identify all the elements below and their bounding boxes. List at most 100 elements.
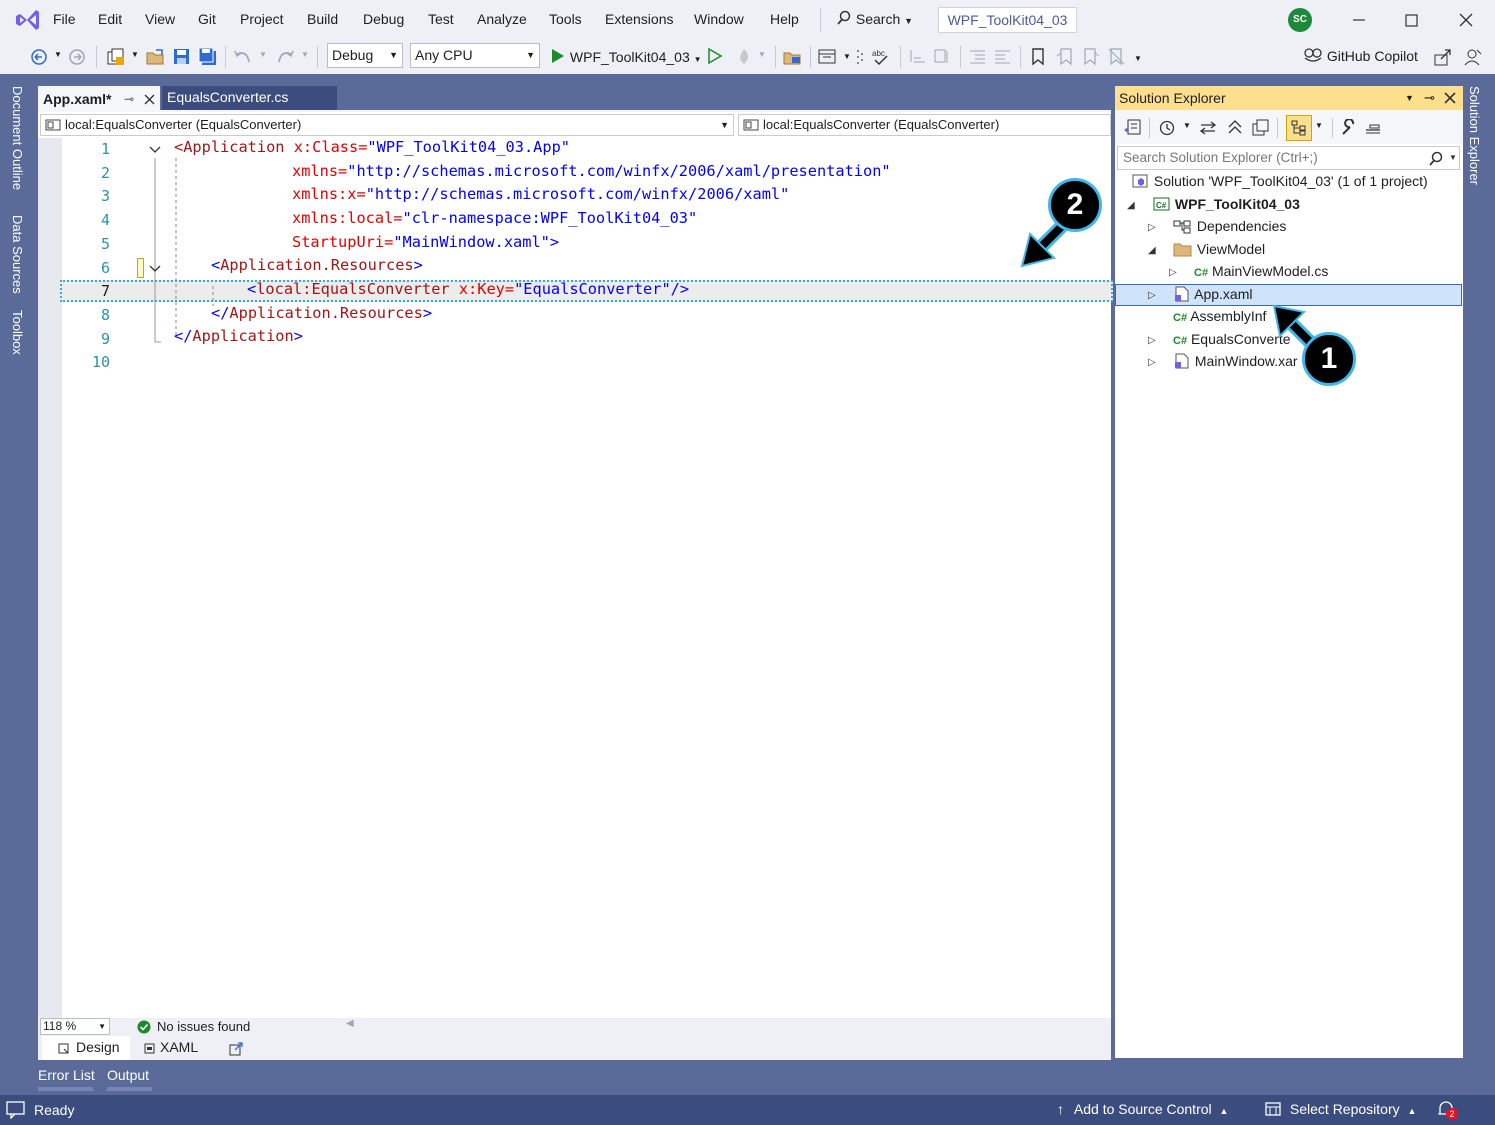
collapsed-arrow-icon[interactable]: ▷ bbox=[1169, 267, 1177, 278]
close-icon[interactable] bbox=[1459, 13, 1473, 27]
collapsed-arrow-icon[interactable]: ▷ bbox=[1148, 357, 1156, 368]
search-options-dropdown-icon[interactable]: ▼ bbox=[1449, 147, 1457, 169]
select-repository-button[interactable]: Select Repository ▲ bbox=[1264, 1101, 1416, 1117]
collapse-all-icon[interactable] bbox=[1227, 119, 1243, 135]
add-to-source-control-button[interactable]: ↑ Add to Source Control ▲ bbox=[1057, 1101, 1228, 1117]
back-dropdown-icon[interactable]: ▼ bbox=[54, 50, 62, 59]
save-icon[interactable] bbox=[172, 48, 192, 66]
increase-indent-icon[interactable] bbox=[993, 48, 1013, 66]
start-debugging-button[interactable]: WPF_ToolKit04_03 ▼ bbox=[550, 46, 702, 68]
auto-hide-pin-icon[interactable]: ⊸ bbox=[1424, 86, 1435, 110]
menu-file[interactable]: File bbox=[53, 11, 76, 27]
layout-icon[interactable] bbox=[818, 48, 838, 66]
zoom-select[interactable]: 118 % ▼ bbox=[40, 1018, 110, 1035]
preview-selected-icon[interactable] bbox=[1364, 120, 1382, 136]
window-position-dropdown-icon[interactable]: ▼ bbox=[1405, 86, 1414, 110]
menu-edit[interactable]: Edit bbox=[98, 11, 122, 27]
save-all-icon[interactable] bbox=[198, 48, 218, 66]
tree-item-app-xaml[interactable]: App.xaml bbox=[1173, 286, 1252, 302]
menu-help[interactable]: Help bbox=[770, 11, 799, 27]
code-editor[interactable]: 1 2 3 4 5 6 7 8 9 10 <Application x:Clas… bbox=[38, 138, 1113, 1018]
redo-icon[interactable] bbox=[275, 48, 295, 66]
forward-navigation-icon[interactable] bbox=[68, 48, 88, 66]
next-bookmark-icon[interactable] bbox=[1082, 48, 1100, 66]
visual-studio-logo-icon[interactable] bbox=[14, 8, 40, 32]
start-without-debugging-icon[interactable] bbox=[707, 48, 723, 66]
menu-test[interactable]: Test bbox=[428, 11, 454, 27]
close-panel-icon[interactable] bbox=[1444, 92, 1456, 104]
undo-icon[interactable] bbox=[233, 48, 253, 66]
previous-bookmark-icon[interactable] bbox=[1056, 48, 1074, 66]
expanded-arrow-icon[interactable]: ◢ bbox=[1148, 245, 1156, 256]
output-tab[interactable]: Output bbox=[107, 1067, 149, 1083]
back-navigation-icon[interactable] bbox=[30, 48, 50, 66]
issues-status[interactable]: No issues found bbox=[157, 1019, 250, 1034]
feedback-icon[interactable] bbox=[1463, 48, 1483, 66]
menu-git[interactable]: Git bbox=[198, 11, 216, 27]
notifications-button[interactable]: 2 bbox=[1436, 1100, 1458, 1120]
close-tab-icon[interactable] bbox=[144, 94, 155, 105]
collapsed-arrow-icon[interactable]: ▷ bbox=[1148, 335, 1156, 346]
search-button[interactable]: Search ▼ bbox=[836, 10, 913, 27]
uncomment-icon[interactable] bbox=[933, 48, 953, 66]
tab-app-xaml[interactable]: App.xaml* ⊸ bbox=[38, 86, 160, 110]
redo-dropdown-icon[interactable]: ▼ bbox=[301, 50, 309, 59]
menu-view[interactable]: View bbox=[145, 11, 175, 27]
layout-dropdown-icon[interactable]: ▼ bbox=[843, 52, 851, 61]
tree-item-assemblyinfo[interactable]: C# AssemblyInf bbox=[1173, 308, 1266, 324]
popout-icon[interactable] bbox=[229, 1042, 243, 1056]
new-project-icon[interactable] bbox=[106, 48, 126, 66]
data-sources-tab[interactable]: Data Sources bbox=[10, 215, 25, 294]
undo-dropdown-icon[interactable]: ▼ bbox=[259, 50, 267, 59]
menu-tools[interactable]: Tools bbox=[549, 11, 582, 27]
menu-analyze[interactable]: Analyze bbox=[477, 11, 527, 27]
menu-extensions[interactable]: Extensions bbox=[605, 11, 673, 27]
pin-icon[interactable]: ⊸ bbox=[124, 88, 134, 110]
menu-project[interactable]: Project bbox=[240, 11, 284, 27]
maximize-icon[interactable] bbox=[1405, 14, 1419, 28]
show-all-files-icon[interactable] bbox=[1252, 119, 1270, 137]
toolbar-overflow-icon[interactable]: ▼ bbox=[1134, 54, 1142, 63]
clear-bookmarks-icon[interactable] bbox=[1108, 48, 1126, 66]
new-dropdown-icon[interactable]: ▼ bbox=[131, 50, 139, 59]
pending-changes-filter-icon[interactable] bbox=[1159, 119, 1177, 137]
filter-dropdown-icon[interactable]: ▼ bbox=[1183, 121, 1191, 130]
platform-select[interactable]: Any CPU ▼ bbox=[410, 43, 540, 68]
collapsed-arrow-icon[interactable]: ▷ bbox=[1148, 290, 1156, 301]
share-icon[interactable] bbox=[1434, 48, 1452, 66]
decrease-indent-icon[interactable] bbox=[968, 48, 988, 66]
tree-item-viewmodel-folder[interactable]: ViewModel bbox=[1173, 241, 1265, 257]
avatar[interactable]: SC bbox=[1288, 8, 1312, 32]
xaml-tab[interactable]: XAML bbox=[134, 1036, 224, 1060]
open-folder-icon[interactable] bbox=[146, 48, 166, 66]
minimize-icon[interactable] bbox=[1352, 14, 1366, 26]
github-copilot-button[interactable]: GitHub Copilot bbox=[1303, 46, 1418, 66]
design-tab[interactable]: Design bbox=[42, 1036, 130, 1060]
comment-out-icon[interactable] bbox=[908, 48, 928, 66]
expanded-arrow-icon[interactable]: ◢ bbox=[1127, 200, 1135, 211]
hot-reload-icon[interactable] bbox=[735, 48, 753, 66]
solution-explorer-side-tab[interactable]: Solution Explorer bbox=[1467, 86, 1482, 185]
type-navigation-dropdown[interactable]: local:EqualsConverter (EqualsConverter) … bbox=[40, 114, 734, 136]
error-list-tab[interactable]: Error List bbox=[38, 1067, 95, 1083]
track-dropdown-icon[interactable]: ▼ bbox=[1315, 121, 1323, 130]
bookmark-icon[interactable] bbox=[1030, 48, 1046, 66]
tree-item-solution[interactable]: Solution 'WPF_ToolKit04_03' (1 of 1 proj… bbox=[1132, 173, 1428, 189]
menu-window[interactable]: Window bbox=[694, 11, 744, 27]
browse-folder-icon[interactable] bbox=[783, 48, 803, 66]
menu-debug[interactable]: Debug bbox=[363, 11, 404, 27]
sync-with-document-icon[interactable] bbox=[1199, 120, 1217, 136]
tree-item-project[interactable]: C# WPF_ToolKit04_03 bbox=[1153, 196, 1300, 212]
toolbox-tab[interactable]: Toolbox bbox=[10, 310, 25, 355]
member-navigation-dropdown[interactable]: local:EqualsConverter (EqualsConverter) bbox=[738, 114, 1111, 136]
tree-item-dependencies[interactable]: Dependencies bbox=[1173, 218, 1286, 234]
scroll-left-icon[interactable]: ◀ bbox=[346, 1018, 354, 1029]
spell-check-icon[interactable]: abc bbox=[870, 48, 892, 68]
solution-explorer-search-input[interactable]: Search Solution Explorer (Ctrl+;) ▼ bbox=[1117, 146, 1460, 170]
output-window-icon[interactable] bbox=[6, 1101, 26, 1119]
tree-item-mainviewmodel[interactable]: C# MainViewModel.cs bbox=[1194, 263, 1328, 279]
collapsed-arrow-icon[interactable]: ▷ bbox=[1148, 222, 1156, 233]
switch-views-icon[interactable] bbox=[1123, 118, 1143, 136]
menu-build[interactable]: Build bbox=[307, 11, 338, 27]
tab-equals-converter[interactable]: EqualsConverter.cs bbox=[162, 86, 337, 110]
